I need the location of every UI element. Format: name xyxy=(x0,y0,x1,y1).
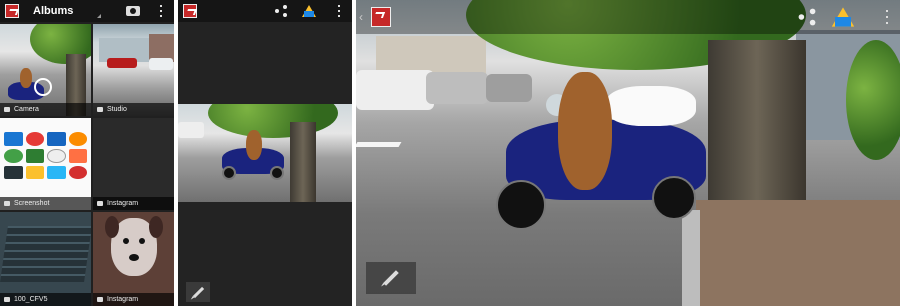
folder-icon xyxy=(97,107,103,112)
teddy-bear xyxy=(20,68,32,88)
tree-foliage xyxy=(846,40,900,160)
app-icon xyxy=(68,165,87,180)
album-tile-instagram-2[interactable]: Instagram xyxy=(93,212,174,306)
parked-car xyxy=(178,122,204,138)
app-icon xyxy=(4,165,23,180)
folder-icon xyxy=(4,297,10,302)
album-tile-studio[interactable]: Studio xyxy=(93,24,174,116)
google-drive-icon[interactable] xyxy=(302,5,316,17)
app-icon xyxy=(4,148,23,163)
google-drive-icon[interactable] xyxy=(831,7,855,27)
albums-title[interactable]: Albums xyxy=(33,5,73,17)
dropdown-indicator-icon[interactable] xyxy=(97,14,102,18)
tree-trunk xyxy=(290,122,316,202)
drive-small-icon xyxy=(25,165,44,180)
app-logo-icon[interactable] xyxy=(183,4,197,18)
dog-eye xyxy=(123,238,129,244)
overflow-menu-icon[interactable] xyxy=(154,4,168,18)
parked-car xyxy=(149,58,173,70)
album-label-bar: Studio xyxy=(93,103,174,116)
camera-small-icon xyxy=(4,107,10,112)
album-label-bar: 100_CFV5 xyxy=(0,293,91,306)
pencil-icon xyxy=(192,286,204,298)
album-label-bar: Instagram xyxy=(93,197,174,210)
edit-button[interactable] xyxy=(186,282,210,302)
album-tile-instagram[interactable]: Instagram xyxy=(93,118,174,210)
app-icon xyxy=(4,132,23,146)
app-logo-icon[interactable] xyxy=(371,7,391,27)
folder-icon xyxy=(97,297,103,302)
bear-head xyxy=(566,74,602,104)
album-tile-100-cfv5[interactable]: 100_CFV5 xyxy=(0,212,91,306)
back-chevron-icon[interactable]: ‹ xyxy=(359,10,363,24)
parked-car xyxy=(356,70,434,110)
overflow-menu-icon[interactable] xyxy=(332,4,346,18)
scooter-wheel xyxy=(270,166,284,180)
clock-icon xyxy=(47,148,66,163)
parked-car xyxy=(107,58,137,68)
album-name: 100_CFV5 xyxy=(14,296,48,303)
scooter-wheel xyxy=(222,166,236,180)
overflow-menu-icon[interactable] xyxy=(880,8,894,26)
dog-ear xyxy=(149,216,163,238)
album-name: Camera xyxy=(14,106,39,113)
app-icon xyxy=(47,132,66,146)
app-icon xyxy=(25,132,44,146)
scooter-wheel xyxy=(496,180,546,230)
parked-car xyxy=(426,72,488,104)
road-marking xyxy=(356,142,402,147)
album-label-bar: Instagram xyxy=(93,293,174,306)
camera-icon[interactable] xyxy=(126,6,140,16)
app-icon xyxy=(68,132,87,146)
parked-car xyxy=(486,74,532,102)
scooter-seat xyxy=(606,86,696,126)
scooter-wheel xyxy=(652,176,696,220)
actionbar: ‹ xyxy=(356,0,900,34)
photo-view-landscape: ‹ xyxy=(356,0,900,306)
albums-screen: Albums Camera Studio Screenshot Instagra… xyxy=(0,0,174,306)
album-tile-camera[interactable]: Camera xyxy=(0,24,91,116)
dirt-patch xyxy=(696,200,900,306)
loading-spinner-icon xyxy=(34,78,52,96)
folder-icon xyxy=(4,201,10,206)
photo-view-portrait xyxy=(178,0,352,306)
curb xyxy=(682,210,700,306)
dog-nose xyxy=(129,254,139,261)
album-label-bar: Camera xyxy=(0,103,91,116)
edit-button[interactable] xyxy=(366,262,416,294)
folder-icon xyxy=(97,201,103,206)
pencil-icon xyxy=(383,270,399,286)
app-icon xyxy=(68,148,87,163)
actionbar: Albums xyxy=(0,0,174,22)
app-icon xyxy=(47,165,66,180)
app-icon-grid xyxy=(4,132,87,196)
album-name: Studio xyxy=(107,106,127,113)
share-icon[interactable] xyxy=(797,7,817,27)
album-name: Instagram xyxy=(107,296,139,303)
album-name: Instagram xyxy=(107,200,139,207)
album-label-bar: Screenshot xyxy=(0,197,91,210)
teddy-bear xyxy=(246,130,262,160)
app-icon xyxy=(25,148,44,163)
actionbar xyxy=(178,0,352,22)
app-logo-icon[interactable] xyxy=(5,4,19,18)
share-icon[interactable] xyxy=(274,4,288,18)
album-name: Screenshot xyxy=(14,200,50,207)
dog-ear xyxy=(105,216,119,238)
album-tile-screenshot[interactable]: Screenshot xyxy=(0,118,91,210)
keyboard-thumbnail xyxy=(0,226,91,282)
dog-eye xyxy=(139,238,145,244)
photo-image[interactable] xyxy=(178,104,352,202)
